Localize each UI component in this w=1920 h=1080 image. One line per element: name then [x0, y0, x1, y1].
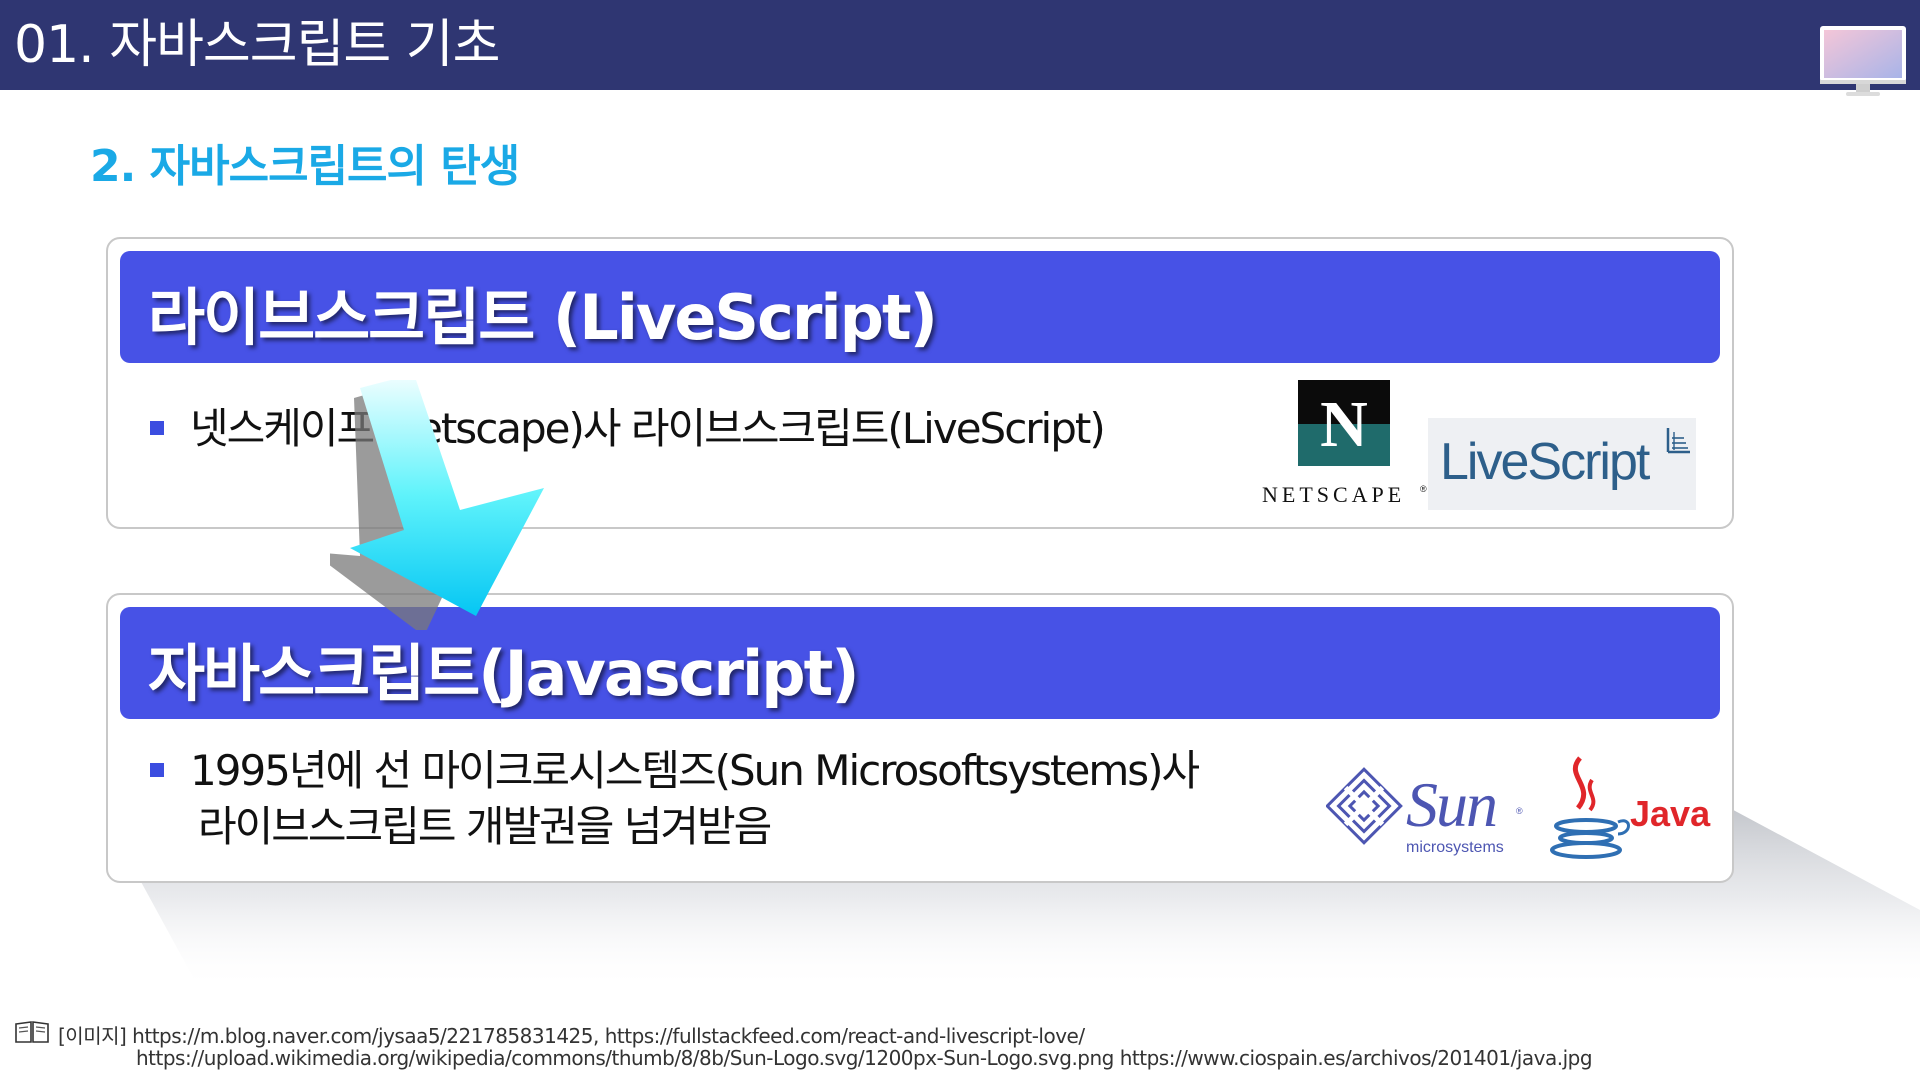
javascript-card-title: 자바스크립트(Javascript): [148, 637, 860, 710]
bullet-square-icon: [150, 763, 164, 777]
svg-text:®: ®: [1516, 806, 1523, 816]
svg-text:N: N: [1320, 388, 1368, 461]
javascript-bullet: 1995년에 선 마이크로시스템즈(Sun Microsoftsystems)사…: [150, 743, 1200, 855]
credits-line-1: [이미지] https://m.blog.naver.com/jysaa5/22…: [58, 1020, 1085, 1049]
svg-text:Sun: Sun: [1406, 769, 1496, 840]
svg-text:microsystems: microsystems: [1406, 839, 1504, 856]
livescript-card-title: 라이브스크립트 (LiveScript): [148, 281, 938, 354]
section-heading: 2. 자바스크립트의 탄생: [90, 141, 520, 192]
livescript-bullet: 넷스케이프(Netscape)사 라이브스크립트(LiveScript): [150, 401, 1106, 457]
javascript-bullet-line-2: 라이브스크립트 개발권을 넘겨받음: [198, 802, 772, 851]
javascript-bullet-line-1: 1995년에 선 마이크로시스템즈(Sun Microsoftsystems)사: [190, 746, 1200, 795]
livescript-bullet-text: 넷스케이프(Netscape)사 라이브스크립트(LiveScript): [190, 404, 1106, 453]
credits-urls-1: https://m.blog.naver.com/jysaa5/22178583…: [132, 1024, 1085, 1048]
svg-text:NETSCAPE: NETSCAPE: [1262, 482, 1405, 507]
livescript-logo-text: LiveScript: [1440, 433, 1650, 491]
down-arrow-icon: [330, 380, 544, 630]
javascript-bullet-text: 1995년에 선 마이크로시스템즈(Sun Microsoftsystems)사…: [190, 743, 1200, 855]
credits-label: [이미지]: [58, 1024, 127, 1048]
livescript-card-header: 라이브스크립트 (LiveScript): [120, 251, 1720, 363]
book-icon: [15, 1021, 49, 1043]
bullet-square-icon: [150, 421, 164, 435]
monitor-icon: [1820, 26, 1906, 96]
svg-text:®: ®: [1420, 484, 1427, 494]
sun-logo: Sun ® microsystems: [1326, 767, 1523, 856]
svg-text:Java: Java: [1630, 793, 1711, 834]
slide-title: 01. 자바스크립트 기초: [14, 15, 500, 75]
java-logo: Java: [1550, 756, 1711, 859]
livescript-logo: LiveScript: [1428, 418, 1696, 510]
netscape-logo: N NETSCAPE ®: [1262, 380, 1427, 507]
livescript-ticks-icon: [1666, 428, 1690, 454]
credits-line-2: https://upload.wikimedia.org/wikipedia/c…: [136, 1046, 1593, 1070]
